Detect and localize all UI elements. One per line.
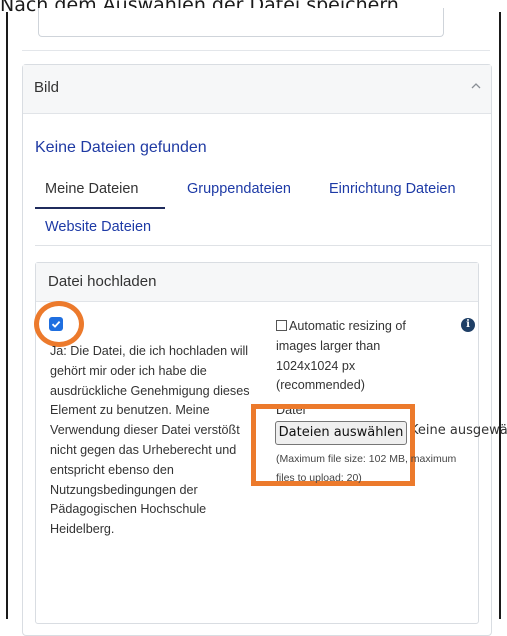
previous-field[interactable] — [38, 8, 444, 37]
upload-panel-title: Datei hochladen — [48, 273, 157, 290]
tab-my-files[interactable]: Meine Dateien — [45, 181, 139, 197]
tab-website-files[interactable]: Website Dateien — [45, 219, 151, 235]
file-field-label: Datei — [276, 404, 306, 414]
image-section-title: Bild — [34, 79, 60, 96]
tab-group-files[interactable]: Gruppendateien — [187, 181, 291, 197]
info-icon[interactable]: i — [461, 318, 475, 332]
tabs-divider — [35, 245, 491, 246]
resize-checkbox[interactable] — [276, 320, 287, 331]
resize-label: Automatic resizing of images larger than… — [276, 319, 406, 393]
empty-files-message: Keine Dateien gefunden — [35, 139, 207, 156]
highlight-circle — [34, 301, 84, 347]
upload-panel: Datei hochladen Ja: Die Datei, die ich h… — [34, 262, 507, 624]
chevron-up-icon[interactable] — [469, 79, 483, 93]
choose-files-button[interactable]: Dateien auswählen — [275, 421, 407, 445]
divider — [22, 50, 490, 51]
active-tab-indicator — [35, 207, 165, 209]
image-section: Bild Keine Dateien gefunden Meine Dateie… — [22, 64, 507, 636]
consent-text: Ja: Die Datei, die ich hochladen will ge… — [50, 344, 250, 537]
frame-border-right — [499, 12, 501, 619]
frame-border-left — [6, 12, 8, 619]
upload-panel-header: Datei hochladen — [36, 263, 478, 302]
image-section-header[interactable]: Bild — [23, 65, 491, 114]
file-source-tabs: Meine Dateien Gruppendateien Einrichtung… — [35, 173, 491, 246]
tab-institution-files[interactable]: Einrichtung Dateien — [329, 181, 456, 197]
upload-limits-text: (Maximum file size: 102 MB, maximum file… — [276, 453, 457, 484]
no-file-selected-text: Keine ausgewählt — [410, 423, 507, 438]
resize-option: Automatic resizing of images larger than… — [276, 317, 446, 396]
